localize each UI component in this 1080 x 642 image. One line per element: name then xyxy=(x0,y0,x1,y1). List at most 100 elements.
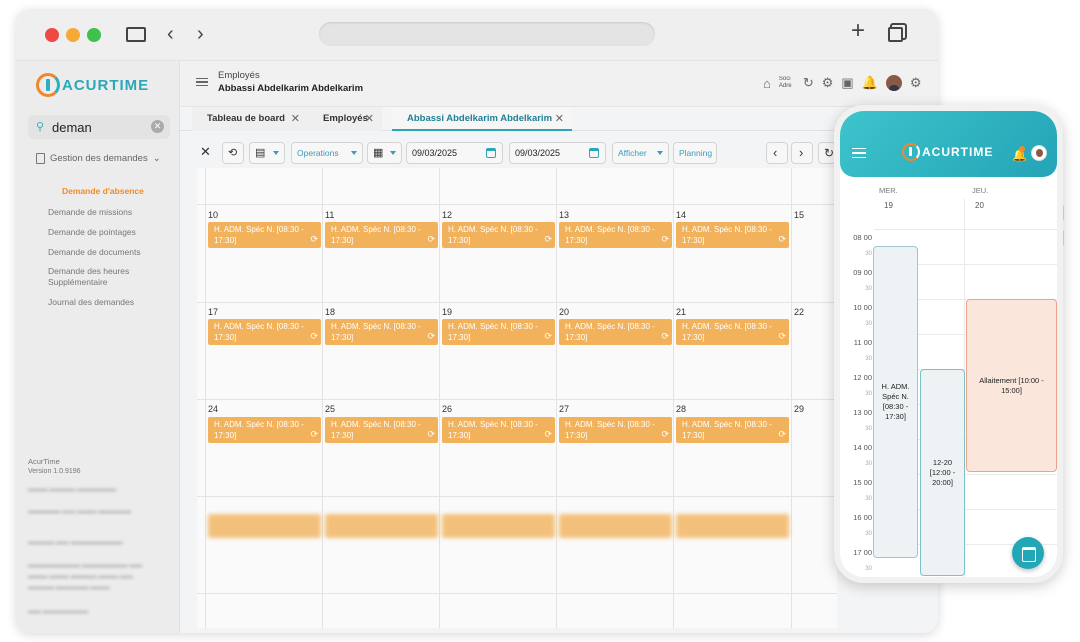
day-name: JEU. xyxy=(972,186,989,195)
date-to-input[interactable]: 09/03/2025 xyxy=(509,142,606,164)
sidebar-item-demande-absence[interactable]: Demande d'absence xyxy=(62,186,172,197)
sidebar-group-demandes[interactable]: Gestion des demandes ⌄ xyxy=(36,153,161,164)
chevron-right-icon[interactable]: › xyxy=(197,23,204,45)
event-label: H. ADM. Spéc N. [08:30 - 17:30] xyxy=(214,420,304,440)
close-icon[interactable]: ✕ xyxy=(555,107,564,131)
logo-icon xyxy=(902,143,920,161)
calendar-event[interactable]: H. ADM. Spéc N. [08:30 - 17:30] ⟳ xyxy=(442,417,555,443)
sidebar-item-demande-missions[interactable]: Demande de missions xyxy=(48,207,158,218)
tab-employes[interactable]: Employés ✕ xyxy=(308,107,382,131)
date-from-value: 09/03/2025 xyxy=(412,148,458,158)
calendar-event xyxy=(325,514,438,538)
day-number: 26 xyxy=(442,404,453,414)
calendar-event[interactable]: H. ADM. Spéc N. [08:30 - 17:30] ⟳ xyxy=(559,417,672,443)
avatar[interactable] xyxy=(885,75,902,91)
blurred-footer-line: ▬▬ ▬▬▬▬▬▬▬ xyxy=(28,608,89,615)
minute-label: 30 xyxy=(865,321,872,327)
minute-label: 30 xyxy=(865,356,872,362)
calendar-event[interactable]: H. ADM. Spéc N. [08:30 - 17:30] ⟳ xyxy=(208,319,321,345)
mobile-event[interactable]: 12-20 [12:00 - 20:00] xyxy=(920,369,965,576)
export-dropdown[interactable]: ▤ xyxy=(249,142,285,164)
calendar-dropdown[interactable]: ▦ xyxy=(367,142,402,164)
sync-icon: ⟳ xyxy=(310,429,318,439)
maximize-window-button[interactable] xyxy=(87,28,101,42)
row-divider xyxy=(197,496,837,497)
day-number: 13 xyxy=(559,210,570,220)
planning-button[interactable]: Planning xyxy=(673,142,717,164)
calendar-event[interactable]: H. ADM. Spéc N. [08:30 - 17:30] ⟳ xyxy=(676,417,789,443)
date-from-input[interactable]: 09/03/2025 xyxy=(406,142,503,164)
caret-icon xyxy=(390,151,396,155)
avatar[interactable] xyxy=(1031,145,1047,161)
screen-icon[interactable]: ▣ xyxy=(841,75,853,91)
afficher-dropdown[interactable]: Afficher xyxy=(612,142,669,164)
calendar-event[interactable]: H. ADM. Spéc N. [08:30 - 17:30] ⟳ xyxy=(325,417,438,443)
chevron-left-icon[interactable]: ‹ xyxy=(167,23,174,45)
clear-search-icon[interactable]: ✕ xyxy=(151,120,164,133)
mobile-header: ACURTIME 🔔 xyxy=(840,111,1057,177)
blurred-footer-line: ▬▬▬▬ ▬▬▬▬▬ ▬▬▬ xyxy=(28,584,110,591)
mobile-event[interactable]: H. ADM. Spéc N. [08:30 - 17:30] xyxy=(873,246,918,558)
company-label: Soci xyxy=(778,76,791,82)
calendar-fab-button[interactable] xyxy=(1012,537,1044,569)
sidebar-item-demande-documents[interactable]: Demande de documents xyxy=(48,247,158,258)
close-window-button[interactable] xyxy=(45,28,59,42)
calendar-event[interactable]: H. ADM. Spéc N. [08:30 - 17:30] ⟳ xyxy=(559,222,672,248)
operations-dropdown[interactable]: Operations xyxy=(291,142,363,164)
sidebar-item-demande-pointages[interactable]: Demande de pointages xyxy=(48,227,158,238)
caret-icon xyxy=(657,151,663,155)
calendar-event[interactable]: H. ADM. Spéc N. [08:30 - 17:30] ⟳ xyxy=(325,222,438,248)
sidebar-item-heures-supplementaire[interactable]: Demande des heures Supplémentaire xyxy=(48,266,148,288)
calendar-event[interactable]: H. ADM. Spéc N. [08:30 - 17:30] ⟳ xyxy=(442,319,555,345)
sync-icon: ⟳ xyxy=(427,429,435,439)
sidebar-item-journal-demandes[interactable]: Journal des demandes xyxy=(48,297,158,308)
address-bar[interactable] xyxy=(319,22,655,46)
search-input[interactable]: ⚲ deman ✕ xyxy=(28,115,170,139)
app-logo[interactable]: ACURTIME xyxy=(36,71,149,99)
tab-employee-detail[interactable]: Abbassi Abdelkarim Abdelkarim ✕ xyxy=(392,107,572,131)
tab-label: Employés xyxy=(323,113,368,124)
menu-icon[interactable] xyxy=(852,148,866,158)
tab-label: Abbassi Abdelkarim Abdelkarim xyxy=(407,113,553,124)
day-number: 17 xyxy=(208,307,219,317)
calendar-event[interactable]: H. ADM. Spéc N. [08:30 - 17:30] ⟳ xyxy=(442,222,555,248)
logo-icon xyxy=(36,73,60,97)
building-icon[interactable]: ⌂ xyxy=(763,76,771,91)
col-divider xyxy=(439,168,440,628)
tabs-overview-icon[interactable] xyxy=(888,27,903,42)
address-label: Adre xyxy=(778,83,792,89)
operations-label: Operations xyxy=(297,148,339,158)
calendar-event[interactable]: H. ADM. Spéc N. [08:30 - 17:30] ⟳ xyxy=(676,222,789,248)
close-icon[interactable]: ✕ xyxy=(365,107,374,131)
sync-icon: ⟳ xyxy=(310,331,318,341)
menu-icon[interactable] xyxy=(196,78,208,86)
row-divider xyxy=(197,204,837,205)
calendar-event[interactable]: H. ADM. Spéc N. [08:30 - 17:30] ⟳ xyxy=(208,222,321,248)
calendar-event[interactable]: H. ADM. Spéc N. [08:30 - 17:30] ⟳ xyxy=(325,319,438,345)
calendar-icon xyxy=(486,148,496,158)
bell-icon[interactable]: 🔔 xyxy=(862,75,878,91)
network-icon[interactable]: ⚙ xyxy=(822,75,834,91)
tab-tableau-de-board[interactable]: Tableau de board ✕ xyxy=(192,107,308,131)
sidebar-toggle-icon[interactable] xyxy=(126,27,146,42)
event-label: 12-20 [12:00 - 20:00] xyxy=(929,457,956,487)
mobile-event[interactable]: Allaitement [10:00 - 15:00] xyxy=(966,299,1057,472)
event-label: H. ADM. Spéc N. [08:30 - 17:30] xyxy=(565,322,655,342)
new-tab-icon[interactable]: + xyxy=(851,19,865,43)
refresh-icon[interactable]: ↻ xyxy=(803,75,814,91)
gear-icon[interactable]: ⚙ xyxy=(910,75,922,91)
close-icon[interactable]: ✕ xyxy=(291,107,300,131)
calendar-event[interactable]: H. ADM. Spéc N. [08:30 - 17:30] ⟳ xyxy=(559,319,672,345)
minimize-window-button[interactable] xyxy=(66,28,80,42)
next-button[interactable]: › xyxy=(791,142,813,164)
document-icon xyxy=(36,153,45,164)
sync-icon: ⟳ xyxy=(544,234,552,244)
history-icon[interactable]: ⟲ xyxy=(222,142,244,164)
date-to-value: 09/03/2025 xyxy=(515,148,561,158)
minute-label: 30 xyxy=(865,496,872,502)
calendar-event[interactable]: H. ADM. Spéc N. [08:30 - 17:30] ⟳ xyxy=(208,417,321,443)
calendar-event[interactable]: H. ADM. Spéc N. [08:30 - 17:30] ⟳ xyxy=(676,319,789,345)
prev-button[interactable]: ‹ xyxy=(766,142,788,164)
day-number: 19 xyxy=(884,201,893,210)
close-icon[interactable]: ✕ xyxy=(196,142,218,164)
